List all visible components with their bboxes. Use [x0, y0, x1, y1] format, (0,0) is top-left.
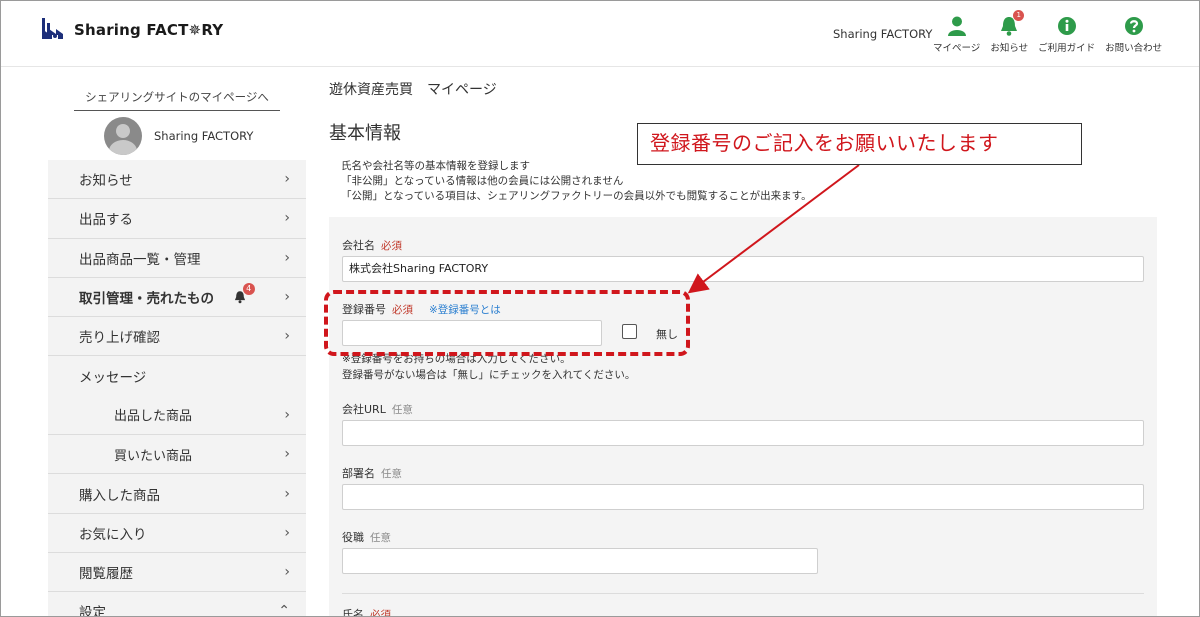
registration-number-note: 登録番号がない場合は「無し」にチェックを入れてください。	[342, 369, 636, 381]
nav-mypage-label: マイページ	[933, 43, 981, 54]
chevron-right-icon: ›	[284, 406, 290, 423]
chevron-right-icon: ›	[284, 210, 290, 227]
chevron-right-icon: ›	[284, 289, 290, 306]
sidebar-item-favorites[interactable]: お気に入り ›	[48, 514, 306, 553]
sidebar-item-label: 出品商品一覧・管理	[79, 251, 201, 268]
nav-contact[interactable]: お問い合わせ	[1105, 15, 1162, 54]
sidebar-item-label: 出品する	[79, 212, 133, 229]
transactions-badge: 4	[242, 283, 255, 296]
sidebar-item-label: お知らせ	[79, 173, 133, 190]
sidebar-menu: お知らせ › 出品する › 出品商品一覧・管理 › 取引管理・売れたもの 4 ›…	[48, 160, 306, 617]
company-url-label: 会社URL 任意	[342, 403, 413, 416]
chevron-right-icon: ›	[284, 249, 290, 266]
required-badge: 必須	[370, 609, 391, 617]
chevron-right-icon: ›	[284, 171, 290, 188]
chevron-right-icon: ›	[284, 485, 290, 502]
page-frame: Sharing FACT✵RY Sharing FACTORY マイページ 1 …	[0, 0, 1200, 617]
intro-text: 氏名や会社名等の基本情報を登録します 「非公開」となっている情報は他の会員には公…	[341, 159, 812, 204]
sidebar-item-label: 売り上げ確認	[79, 330, 160, 347]
notification-count-badge: 1	[1013, 10, 1025, 21]
intro-line: 「公開」となっている項目は、シェアリングファクトリーの会員以外でも閲覧することが…	[341, 190, 812, 202]
sidebar-item-listed-products[interactable]: 出品した商品 ›	[48, 396, 306, 436]
user-icon	[946, 15, 968, 37]
nav-notifications-label: お知らせ	[990, 43, 1029, 54]
info-icon	[1056, 15, 1078, 37]
optional-badge: 任意	[370, 532, 391, 544]
nav-notifications[interactable]: 1 お知らせ	[990, 10, 1029, 54]
sidebar-item-label: 閲覧履歴	[79, 566, 133, 583]
sharing-site-mypage-link[interactable]: シェアリングサイトのマイページへ	[74, 75, 280, 111]
basic-info-form: 会社名 必須 株式会社Sharing FACTORY 登録番号 必須 ※登録番号とは …	[329, 217, 1157, 617]
avatar	[104, 117, 142, 155]
sidebar-item-label: お気に入り	[79, 526, 147, 543]
sidebar-item-listing-management[interactable]: 出品商品一覧・管理 ›	[48, 239, 306, 278]
breadcrumb: 遊休資産売買 マイページ	[329, 82, 497, 98]
intro-line: 「非公開」となっている情報は他の会員には公開されません	[341, 175, 624, 187]
bell-icon: 1	[998, 10, 1025, 37]
company-name-input[interactable]: 株式会社Sharing FACTORY	[342, 256, 1144, 282]
chevron-right-icon: ›	[284, 446, 290, 463]
nav-mypage[interactable]: マイページ	[933, 15, 980, 54]
sidebar-item-messages: メッセージ	[48, 356, 306, 395]
sidebar-item-wanted-products[interactable]: 買いたい商品 ›	[48, 435, 306, 475]
profile-name: Sharing FACTORY	[154, 129, 254, 143]
sidebar: シェアリングサイトのマイページへ Sharing FACTORY お知らせ › …	[48, 67, 306, 617]
factory-logo-icon	[39, 15, 69, 45]
sidebar-item-label: 購入した商品	[79, 487, 160, 504]
company-url-input[interactable]	[342, 420, 1144, 446]
question-icon	[1123, 15, 1145, 37]
nav-guide-label: ご利用ガイド	[1038, 43, 1096, 54]
department-input[interactable]	[342, 484, 1144, 510]
sidebar-item-notices[interactable]: お知らせ ›	[48, 160, 306, 200]
chevron-right-icon: ›	[284, 328, 290, 345]
site-logo[interactable]: Sharing FACT✵RY	[39, 15, 223, 45]
site-header: Sharing FACT✵RY Sharing FACTORY マイページ 1 …	[1, 1, 1199, 67]
optional-badge: 任意	[391, 404, 413, 416]
required-badge: 必須	[381, 240, 402, 252]
position-label: 役職 任意	[342, 531, 391, 544]
highlight-dashed-box	[324, 290, 690, 356]
optional-badge: 任意	[381, 468, 402, 480]
sidebar-item-label: 設定	[79, 605, 106, 617]
header-nav: マイページ 1 お知らせ ご利用ガイド お問い合わせ	[933, 10, 1172, 54]
bell-icon: 4	[233, 283, 255, 308]
department-label: 部署名 任意	[342, 467, 402, 480]
company-label: 会社名 必須	[342, 239, 402, 252]
sidebar-item-label: 取引管理・売れたもの	[79, 291, 214, 308]
section-divider	[342, 593, 1144, 594]
profile: Sharing FACTORY	[104, 117, 253, 155]
sidebar-item-transactions[interactable]: 取引管理・売れたもの 4 ›	[48, 278, 306, 318]
annotation-callout: 登録番号のご記入をお願いいたします	[637, 123, 1082, 165]
nav-guide[interactable]: ご利用ガイド	[1038, 15, 1095, 54]
page-title: 基本情報	[329, 123, 401, 144]
chevron-right-icon: ›	[284, 524, 290, 541]
position-input[interactable]	[342, 548, 818, 574]
logo-text: Sharing FACT✵RY	[74, 21, 224, 39]
sidebar-item-label: 買いたい商品	[114, 448, 193, 464]
nav-contact-label: お問い合わせ	[1105, 43, 1163, 54]
full-name-label: 氏名 必須	[342, 606, 391, 617]
sidebar-item-label: 出品した商品	[114, 409, 193, 425]
sidebar-item-history[interactable]: 閲覧履歴 ›	[48, 553, 306, 593]
chevron-up-icon: ⌃	[278, 603, 290, 617]
sidebar-item-sales[interactable]: 売り上げ確認 ›	[48, 317, 306, 357]
sidebar-item-list-product[interactable]: 出品する ›	[48, 199, 306, 239]
header-user-name: Sharing FACTORY	[833, 27, 933, 41]
sidebar-item-purchased[interactable]: 購入した商品 ›	[48, 474, 306, 514]
chevron-right-icon: ›	[284, 564, 290, 581]
sidebar-item-settings[interactable]: 設定 ⌃	[48, 592, 306, 617]
sidebar-item-label: メッセージ	[79, 370, 147, 387]
